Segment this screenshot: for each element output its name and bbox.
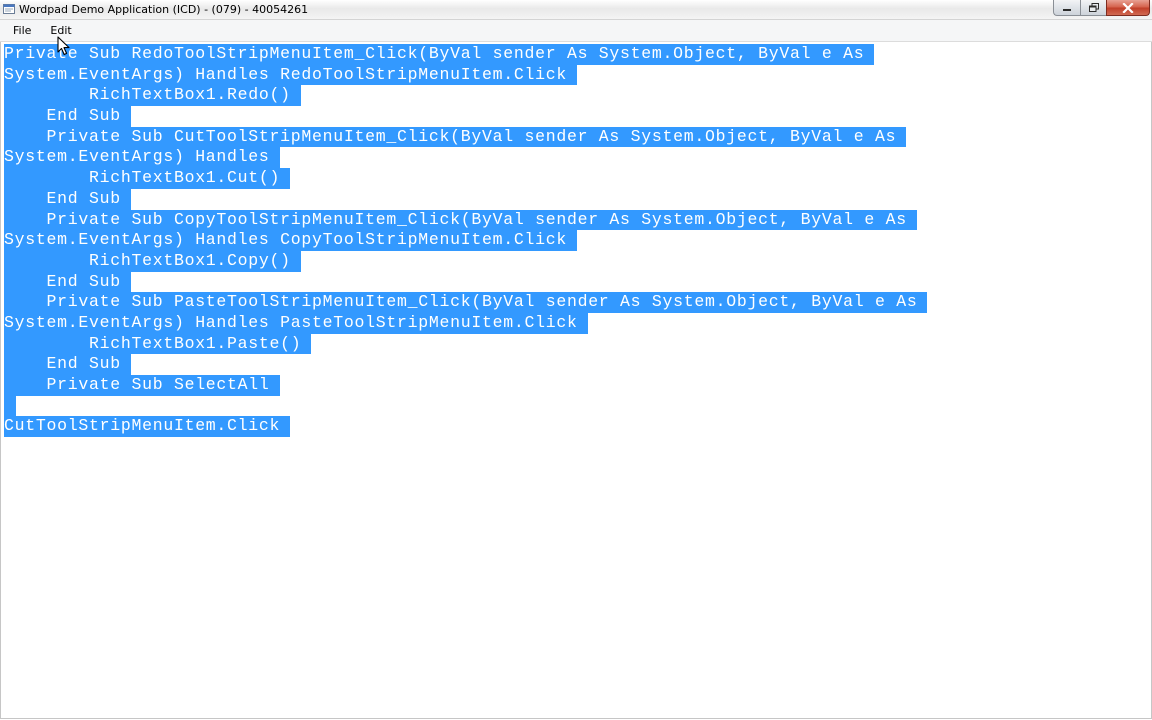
selected-text: System.EventArgs) Handles RedoToolStripM… <box>4 64 577 86</box>
wordpad-window: Wordpad Demo Application (ICD) - (079) -… <box>0 0 1152 720</box>
maximize-icon <box>1088 3 1099 12</box>
title-bar[interactable]: Wordpad Demo Application (ICD) - (079) -… <box>0 0 1152 20</box>
code-line: System.EventArgs) Handles CopyToolStripM… <box>4 230 927 251</box>
code-line: CutToolStripMenuItem.Click <box>4 416 927 438</box>
selected-text <box>4 395 16 417</box>
mouse-pointer-icon <box>57 36 70 56</box>
code-line: Private Sub RedoToolStripMenuItem_Click(… <box>4 44 927 65</box>
selected-text: Private Sub PasteToolStripMenuItem_Click… <box>4 292 928 313</box>
selected-text: System.EventArgs) Handles PasteToolStrip… <box>4 312 588 334</box>
code-line: System.EventArgs) Handles PasteToolStrip… <box>4 312 927 334</box>
selected-text: RichTextBox1.Paste() <box>4 333 312 355</box>
code-line: Private Sub SelectAll <box>4 375 927 396</box>
close-button[interactable] <box>1106 0 1150 16</box>
code-line: Private Sub CutToolStripMenuItem_Click(B… <box>4 126 927 148</box>
selected-text: Private Sub CopyToolStripMenuItem_Click(… <box>4 209 917 231</box>
minimize-button[interactable] <box>1053 0 1080 16</box>
code-line: End Sub <box>4 188 927 210</box>
code-line: System.EventArgs) Handles <box>4 147 927 169</box>
selected-text: Private Sub SelectAll <box>4 375 280 396</box>
selected-text: Private Sub CutToolStripMenuItem_Click(B… <box>4 126 907 148</box>
code-line: RichTextBox1.Copy() <box>4 250 927 272</box>
code-line: End Sub <box>4 354 927 375</box>
code-line: RichTextBox1.Paste() <box>4 333 927 355</box>
code-line: RichTextBox1.Redo() <box>4 85 927 107</box>
code-line: End Sub <box>4 271 927 293</box>
rich-text-box[interactable]: Private Sub RedoToolStripMenuItem_Click(… <box>0 42 1152 719</box>
maximize-button[interactable] <box>1080 0 1106 16</box>
selected-text: System.EventArgs) Handles <box>4 147 280 169</box>
window-title: Wordpad Demo Application (ICD) - (079) -… <box>19 3 309 16</box>
window-controls <box>1053 0 1150 16</box>
selected-text: End Sub <box>4 106 131 127</box>
code-line <box>4 395 927 417</box>
selected-text: RichTextBox1.Cut() <box>4 168 291 189</box>
selected-text: RichTextBox1.Redo() <box>4 85 301 107</box>
code-line: Private Sub CopyToolStripMenuItem_Click(… <box>4 209 927 231</box>
code-line: RichTextBox1.Cut() <box>4 168 927 189</box>
menu-file[interactable]: File <box>0 20 39 41</box>
selected-text: End Sub <box>4 271 131 293</box>
code-line: Private Sub PasteToolStripMenuItem_Click… <box>4 292 928 313</box>
selected-text: End Sub <box>4 354 131 375</box>
code-line: End Sub <box>4 106 927 127</box>
code-line: System.EventArgs) Handles RedoToolStripM… <box>4 64 927 86</box>
selected-text: Private Sub RedoToolStripMenuItem_Click(… <box>4 44 875 65</box>
menu-bar: File Edit <box>0 20 1152 42</box>
selected-text: End Sub <box>4 188 131 210</box>
code-text: Private Sub RedoToolStripMenuItem_Click(… <box>4 44 928 438</box>
selected-text: RichTextBox1.Copy() <box>4 250 301 272</box>
close-icon <box>1122 2 1134 13</box>
selected-text: System.EventArgs) Handles CopyToolStripM… <box>4 230 577 251</box>
selected-text: CutToolStripMenuItem.Click <box>4 416 291 438</box>
app-window-icon <box>3 4 15 14</box>
minimize-icon <box>1063 8 1071 11</box>
